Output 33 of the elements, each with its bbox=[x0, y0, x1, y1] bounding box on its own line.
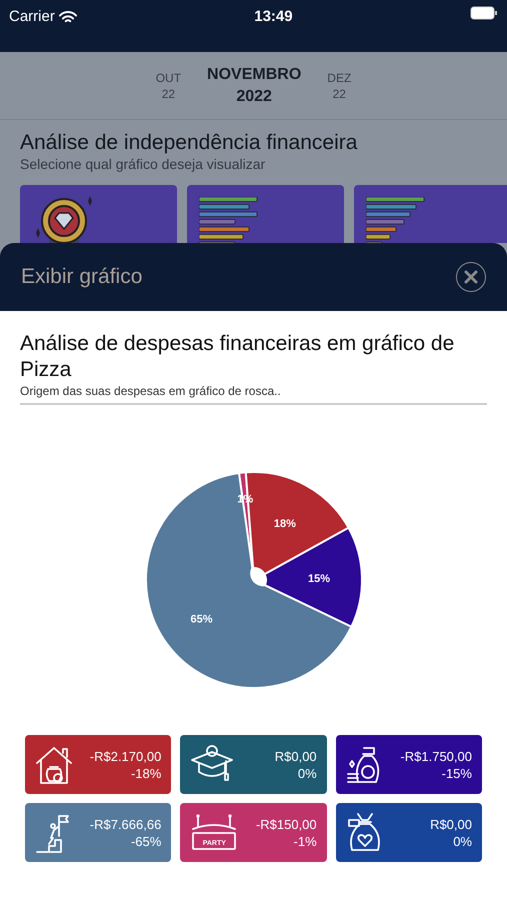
carrier-label: Carrier bbox=[9, 7, 55, 27]
sheet-title: Exibir gráfico bbox=[21, 264, 142, 290]
house-money-icon bbox=[35, 744, 73, 784]
wifi-icon bbox=[58, 10, 77, 24]
previous-month[interactable]: OUT 22 bbox=[156, 70, 182, 102]
close-button[interactable] bbox=[456, 262, 486, 292]
percent: 0% bbox=[298, 764, 317, 782]
amount: R$0,00 bbox=[274, 748, 317, 764]
slice-label: 18% bbox=[273, 518, 296, 530]
percent: 0% bbox=[453, 832, 472, 850]
amount: -R$7.666,66 bbox=[90, 816, 162, 832]
slice-label: 65% bbox=[190, 613, 212, 626]
percent: -18% bbox=[130, 764, 162, 782]
chart-option-card[interactable] bbox=[354, 185, 507, 243]
percent: -65% bbox=[130, 832, 162, 850]
amount: R$0,00 bbox=[430, 816, 472, 832]
percent: -1% bbox=[294, 832, 317, 850]
chart-subtitle: Origem das suas despesas em gráfico de rosca.. bbox=[20, 383, 487, 405]
chart-option-card[interactable] bbox=[20, 185, 177, 243]
amount: -R$1.750,00 bbox=[400, 748, 472, 764]
percent: -15% bbox=[442, 764, 472, 782]
amount: -R$2.170,00 bbox=[90, 748, 162, 764]
amount: -R$150,00 bbox=[256, 816, 317, 832]
battery-icon bbox=[470, 6, 498, 20]
current-month: NOVEMBRO 2022 bbox=[207, 64, 302, 106]
chart-option-card[interactable] bbox=[187, 185, 344, 243]
chart-title: Análise de despesas financeiras em gráfico de Pizza bbox=[20, 331, 456, 383]
next-month[interactable]: DEZ 22 bbox=[327, 70, 352, 102]
section-title: Análise de independência financeira bbox=[20, 130, 358, 156]
clock: 13:49 bbox=[254, 7, 293, 27]
section-subtitle: Selecione qual gráfico deseja visualizar bbox=[20, 156, 266, 172]
slice-label: 15% bbox=[307, 573, 330, 586]
close-icon bbox=[463, 269, 479, 285]
